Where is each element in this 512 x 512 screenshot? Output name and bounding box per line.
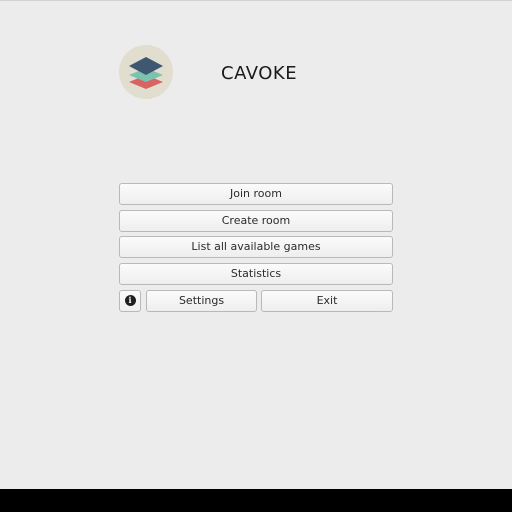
statistics-button[interactable]: Statistics bbox=[119, 263, 393, 285]
app-logo bbox=[119, 45, 173, 99]
app-title: CAVOKE bbox=[221, 63, 298, 84]
create-room-button[interactable]: Create room bbox=[119, 210, 393, 232]
settings-button[interactable]: Settings bbox=[146, 290, 257, 312]
stacked-layers-icon bbox=[129, 57, 163, 89]
info-icon: i bbox=[124, 294, 136, 306]
exit-button[interactable]: Exit bbox=[261, 290, 393, 312]
list-games-button[interactable]: List all available games bbox=[119, 236, 393, 258]
info-button[interactable]: i bbox=[119, 290, 141, 312]
join-room-button[interactable]: Join room bbox=[119, 183, 393, 205]
main-window: CAVOKE Join room Create room List all av… bbox=[0, 0, 512, 489]
